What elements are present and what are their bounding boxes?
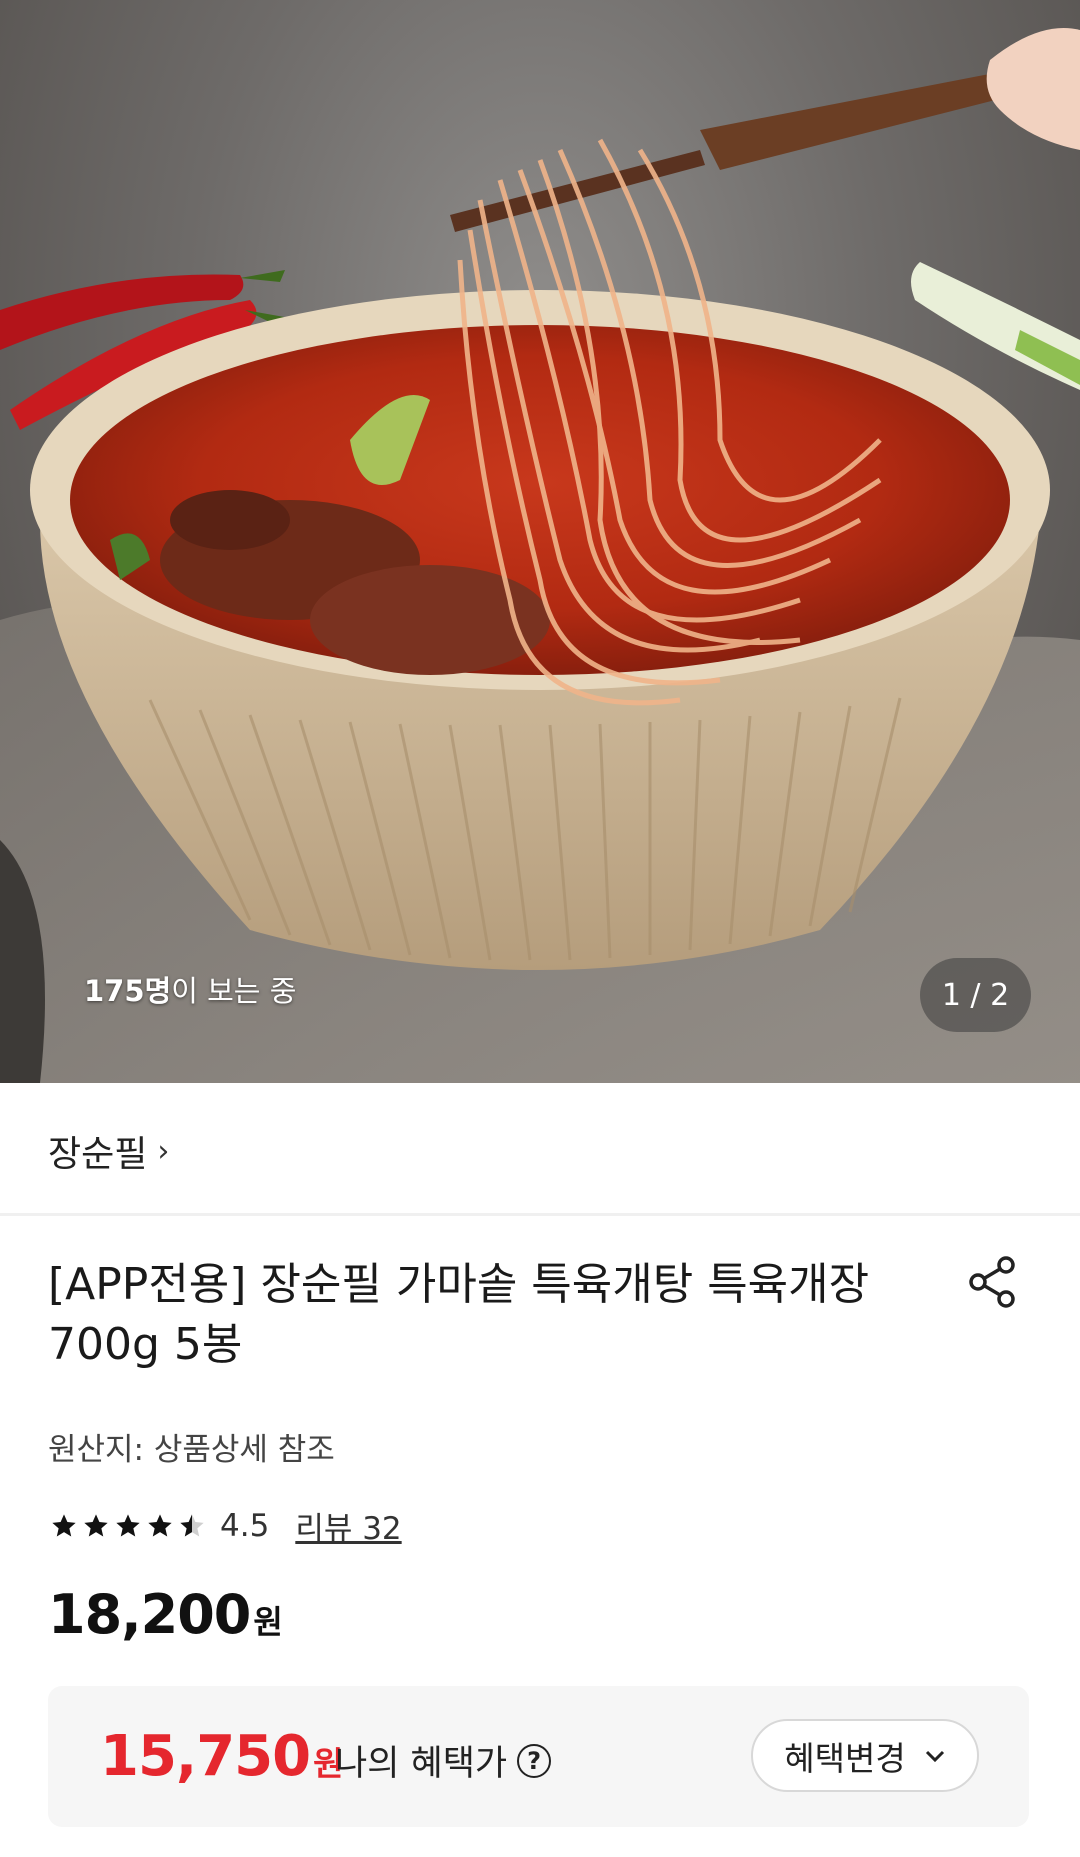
chevron-right-icon: › — [157, 1133, 170, 1169]
product-image[interactable]: 175명이 보는 중 1 / 2 — [0, 0, 1080, 1083]
star-icon — [84, 1513, 108, 1536]
benefit-label-row: 나의 혜택가 ? — [335, 1735, 552, 1786]
product-title: [APP전용] 장순필 가마솥 특육개탕 특육개장 700g 5봉 — [48, 1259, 870, 1370]
origin-info: 원산지: 상품상세 참조 — [48, 1432, 335, 1468]
brand-link[interactable]: 장순필 › — [48, 1125, 169, 1177]
image-pager: 1 / 2 — [920, 958, 1031, 1032]
viewer-count: 175명이 보는 중 — [84, 968, 296, 1010]
benefit-label: 나의 혜택가 — [335, 1744, 508, 1784]
question-icon[interactable]: ? — [517, 1743, 552, 1778]
star-icon — [116, 1513, 140, 1536]
share-icon[interactable] — [966, 1255, 1020, 1309]
reviews-link[interactable]: 리뷰 32 — [295, 1503, 401, 1548]
food-photo — [0, 28, 1080, 1083]
star-rating — [50, 1512, 206, 1540]
viewer-count-suffix: 이 보는 중 — [171, 974, 297, 1008]
change-benefit-label: 혜택변경 — [784, 1738, 906, 1778]
star-icon — [52, 1513, 76, 1536]
divider — [0, 1213, 1080, 1216]
change-benefit-button[interactable]: 혜택변경 — [751, 1719, 979, 1792]
rating-row: 4.5 리뷰 32 — [50, 1503, 402, 1548]
benefit-price-value: 15,750 — [100, 1724, 311, 1789]
price-value: 18,200 — [48, 1583, 251, 1646]
star-icon — [180, 1513, 204, 1536]
benefit-price: 15,750 원 — [100, 1724, 343, 1789]
brand-name: 장순필 — [48, 1134, 148, 1175]
star-icon — [148, 1513, 172, 1536]
chevron-down-icon — [925, 1750, 944, 1762]
benefit-price-box: 15,750 원 나의 혜택가 ? 혜택변경 — [48, 1686, 1029, 1827]
rating-value: 4.5 — [220, 1507, 270, 1544]
original-price: 18,200 원 — [48, 1583, 283, 1646]
price-unit: 원 — [253, 1603, 283, 1641]
viewer-count-number: 175명 — [84, 974, 172, 1008]
